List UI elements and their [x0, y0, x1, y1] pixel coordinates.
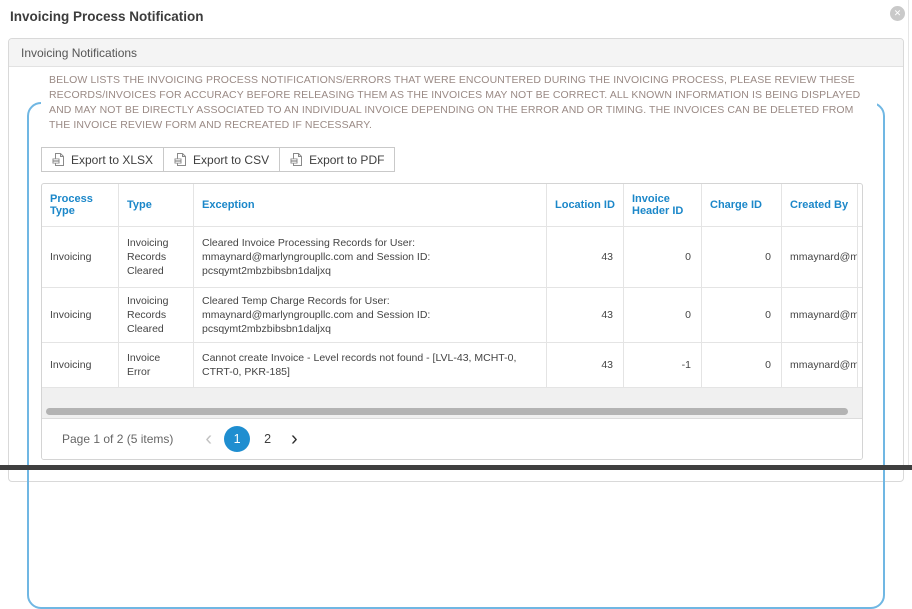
csv-file-icon [174, 153, 187, 166]
cell-exception: Cleared Invoice Processing Records for U… [194, 227, 547, 287]
cell-process-type: Invoicing [42, 288, 119, 342]
export-xlsx-label: Export to XLSX [71, 152, 154, 167]
column-header-process-type[interactable]: Process Type [42, 184, 119, 226]
cell-process-type: Invoicing [42, 343, 119, 387]
panel-title: Invoicing Notifications [21, 45, 138, 60]
notifications-grid: Process Type Type Exception Location ID … [41, 183, 863, 460]
pager-prev-icon[interactable]: ‹ [199, 429, 218, 449]
cell-created-by: mmaynard@ma [782, 227, 858, 287]
cell-location-id: 43 [547, 343, 624, 387]
cell-created-by: mmaynard@ma [782, 343, 858, 387]
grid-header-row: Process Type Type Exception Location ID … [42, 184, 862, 226]
cell-clipped [858, 343, 862, 387]
cell-charge-id: 0 [702, 343, 782, 387]
table-row[interactable]: Invoicing Invoicing Records Cleared Clea… [42, 287, 862, 342]
column-header-location-id[interactable]: Location ID [547, 184, 624, 226]
pager-summary: Page 1 of 2 (5 items) [62, 432, 174, 446]
panel-header: Invoicing Notifications [9, 39, 903, 67]
column-header-exception[interactable]: Exception [194, 184, 547, 226]
cell-exception: Cleared Temp Charge Records for User: mm… [194, 288, 547, 342]
horizontal-scrollbar[interactable] [42, 405, 862, 418]
column-header-type[interactable]: Type [119, 184, 194, 226]
bottom-window-edge [0, 465, 912, 470]
cell-location-id: 43 [547, 288, 624, 342]
pager-page-1-current[interactable]: 1 [224, 426, 251, 452]
cell-type: Invoicing Records Cleared [119, 227, 194, 287]
horizontal-scrollbar-thumb[interactable] [46, 408, 848, 415]
pager: Page 1 of 2 (5 items) ‹ 1 2 › [42, 418, 862, 459]
pager-nav: ‹ 1 2 › [199, 426, 303, 452]
table-row[interactable]: Invoicing Invoice Error Cannot create In… [42, 342, 862, 387]
column-header-charge-id[interactable]: Charge ID [702, 184, 782, 226]
export-csv-label: Export to CSV [193, 152, 270, 167]
grid-empty-area [42, 387, 862, 405]
export-pdf-button[interactable]: Export to PDF [279, 147, 396, 172]
cell-type: Invoice Error [119, 343, 194, 387]
invoicing-notifications-panel: Invoicing Notifications BELOW LISTS THE … [8, 38, 904, 609]
export-pdf-label: Export to PDF [309, 152, 385, 167]
cell-invoice-header-id: -1 [624, 343, 702, 387]
cell-charge-id: 0 [702, 227, 782, 287]
cell-process-type: Invoicing [42, 227, 119, 287]
column-header-created-by[interactable]: Created By [782, 184, 858, 226]
notifications-frame: BELOW LISTS THE INVOICING PROCESS NOTIFI… [27, 73, 885, 609]
column-header-clipped [858, 184, 862, 226]
cell-invoice-header-id: 0 [624, 227, 702, 287]
export-csv-button[interactable]: Export to CSV [163, 147, 281, 172]
cell-type: Invoicing Records Cleared [119, 288, 194, 342]
cell-clipped [858, 288, 862, 342]
cell-created-by: mmaynard@ma [782, 288, 858, 342]
cell-exception: Cannot create Invoice - Level records no… [194, 343, 547, 387]
pager-page-2[interactable]: 2 [256, 432, 279, 446]
close-icon[interactable]: ✕ [890, 6, 905, 21]
dialog-title: Invoicing Process Notification [10, 9, 204, 24]
cell-clipped [858, 227, 862, 287]
xlsx-file-icon [52, 153, 64, 166]
pager-next-icon[interactable]: › [285, 429, 304, 449]
table-row[interactable]: Invoicing Invoicing Records Cleared Clea… [42, 226, 862, 287]
dialog-titlebar: Invoicing Process Notification ✕ [0, 0, 912, 36]
column-header-invoice-header-id[interactable]: Invoice Header ID [624, 184, 702, 226]
cell-charge-id: 0 [702, 288, 782, 342]
cell-location-id: 43 [547, 227, 624, 287]
right-edge-divider [908, 0, 909, 470]
notice-text: BELOW LISTS THE INVOICING PROCESS NOTIFI… [49, 74, 861, 131]
export-toolbar: Export to XLSX Export to CSV Export to P… [41, 147, 871, 172]
export-xlsx-button[interactable]: Export to XLSX [41, 147, 165, 172]
cell-invoice-header-id: 0 [624, 288, 702, 342]
pdf-file-icon [290, 153, 303, 166]
